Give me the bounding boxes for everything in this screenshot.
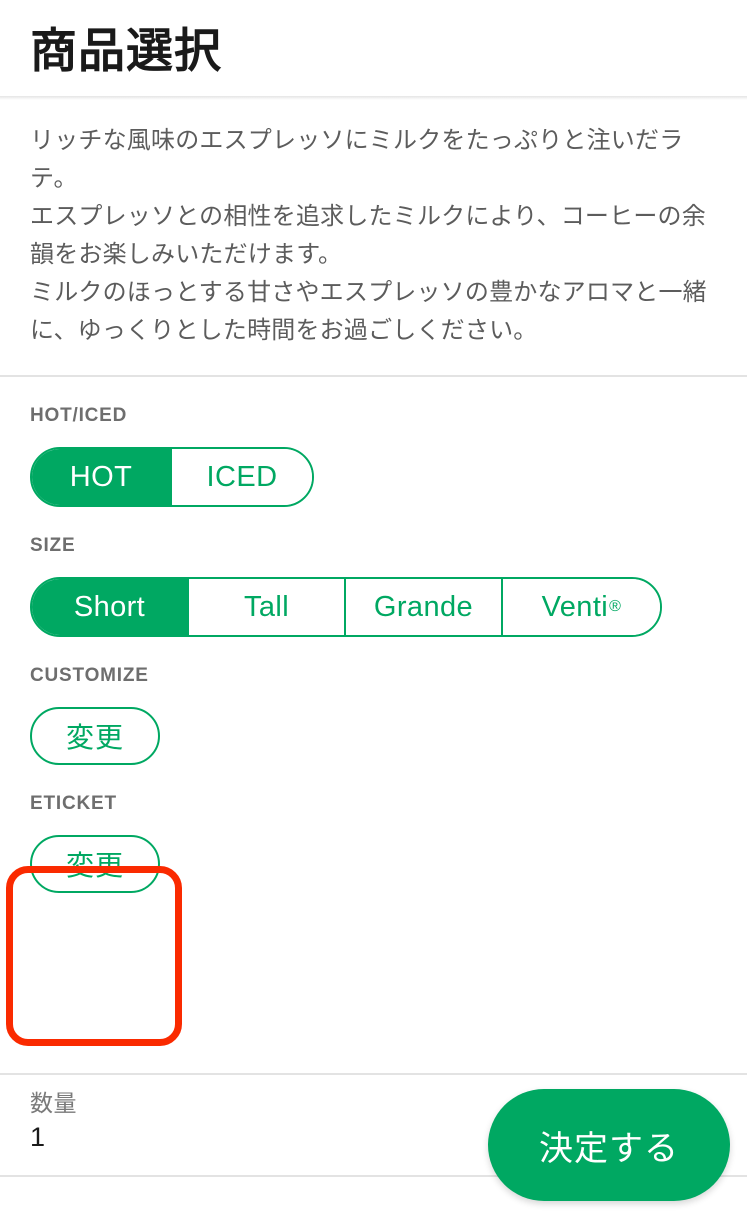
confirm-button[interactable]: 決定する (488, 1089, 730, 1201)
product-description: リッチな風味のエスプレッソにミルクをたっぷりと注いだラテ。 エスプレッソとの相性… (0, 100, 747, 378)
size-option-grande[interactable]: Grande (346, 579, 503, 636)
quantity-label: 数量 (30, 1090, 77, 1116)
size-option-short[interactable]: Short (32, 579, 189, 636)
quantity-block[interactable]: 数量 1 (30, 1089, 77, 1155)
section-label-hot-iced: HOT/ICED (30, 405, 128, 427)
hot-iced-segmented-control[interactable]: HOT ICED (30, 447, 314, 508)
section-customize: CUSTOMIZE 変更 (30, 637, 717, 766)
size-option-tall[interactable]: Tall (189, 579, 346, 636)
section-eticket: ETICKET 変更 (30, 765, 717, 894)
section-hot-iced: HOT/ICED HOT ICED (30, 377, 717, 508)
section-label-size: SIZE (30, 535, 76, 557)
size-segmented-control[interactable]: Short Tall Grande Venti ® (30, 577, 662, 638)
description-line-3: ミルクのほっとする甘さやエスプレッソの豊かなアロマと一緒に、ゆっくりとした時間を… (30, 278, 707, 344)
section-size: SIZE Short Tall Grande Venti ® (30, 507, 717, 638)
description-line-1: リッチな風味のエスプレッソにミルクをたっぷりと注いだラテ。 (30, 127, 684, 192)
options-container: HOT/ICED HOT ICED SIZE Short Tall Grande… (0, 377, 747, 894)
description-line-2: エスプレッソとの相性を追求したミルクにより、コーヒーの余韻をお楽しみいただけます… (30, 202, 706, 268)
eticket-change-button[interactable]: 変更 (30, 835, 160, 894)
bottom-action-bar: 数量 1 決定する (0, 1073, 747, 1215)
size-option-venti-label: Venti (541, 590, 609, 623)
section-label-customize: CUSTOMIZE (30, 665, 149, 687)
hot-iced-option-iced[interactable]: ICED (172, 449, 312, 506)
page-header: 商品選択 (0, 0, 747, 100)
hot-iced-option-hot[interactable]: HOT (32, 449, 172, 506)
section-label-eticket: ETICKET (30, 793, 117, 815)
quantity-value[interactable]: 1 (30, 1120, 77, 1155)
size-option-venti[interactable]: Venti ® (503, 579, 660, 636)
page-title: 商品選択 (30, 23, 222, 77)
customize-change-button[interactable]: 変更 (30, 707, 160, 766)
